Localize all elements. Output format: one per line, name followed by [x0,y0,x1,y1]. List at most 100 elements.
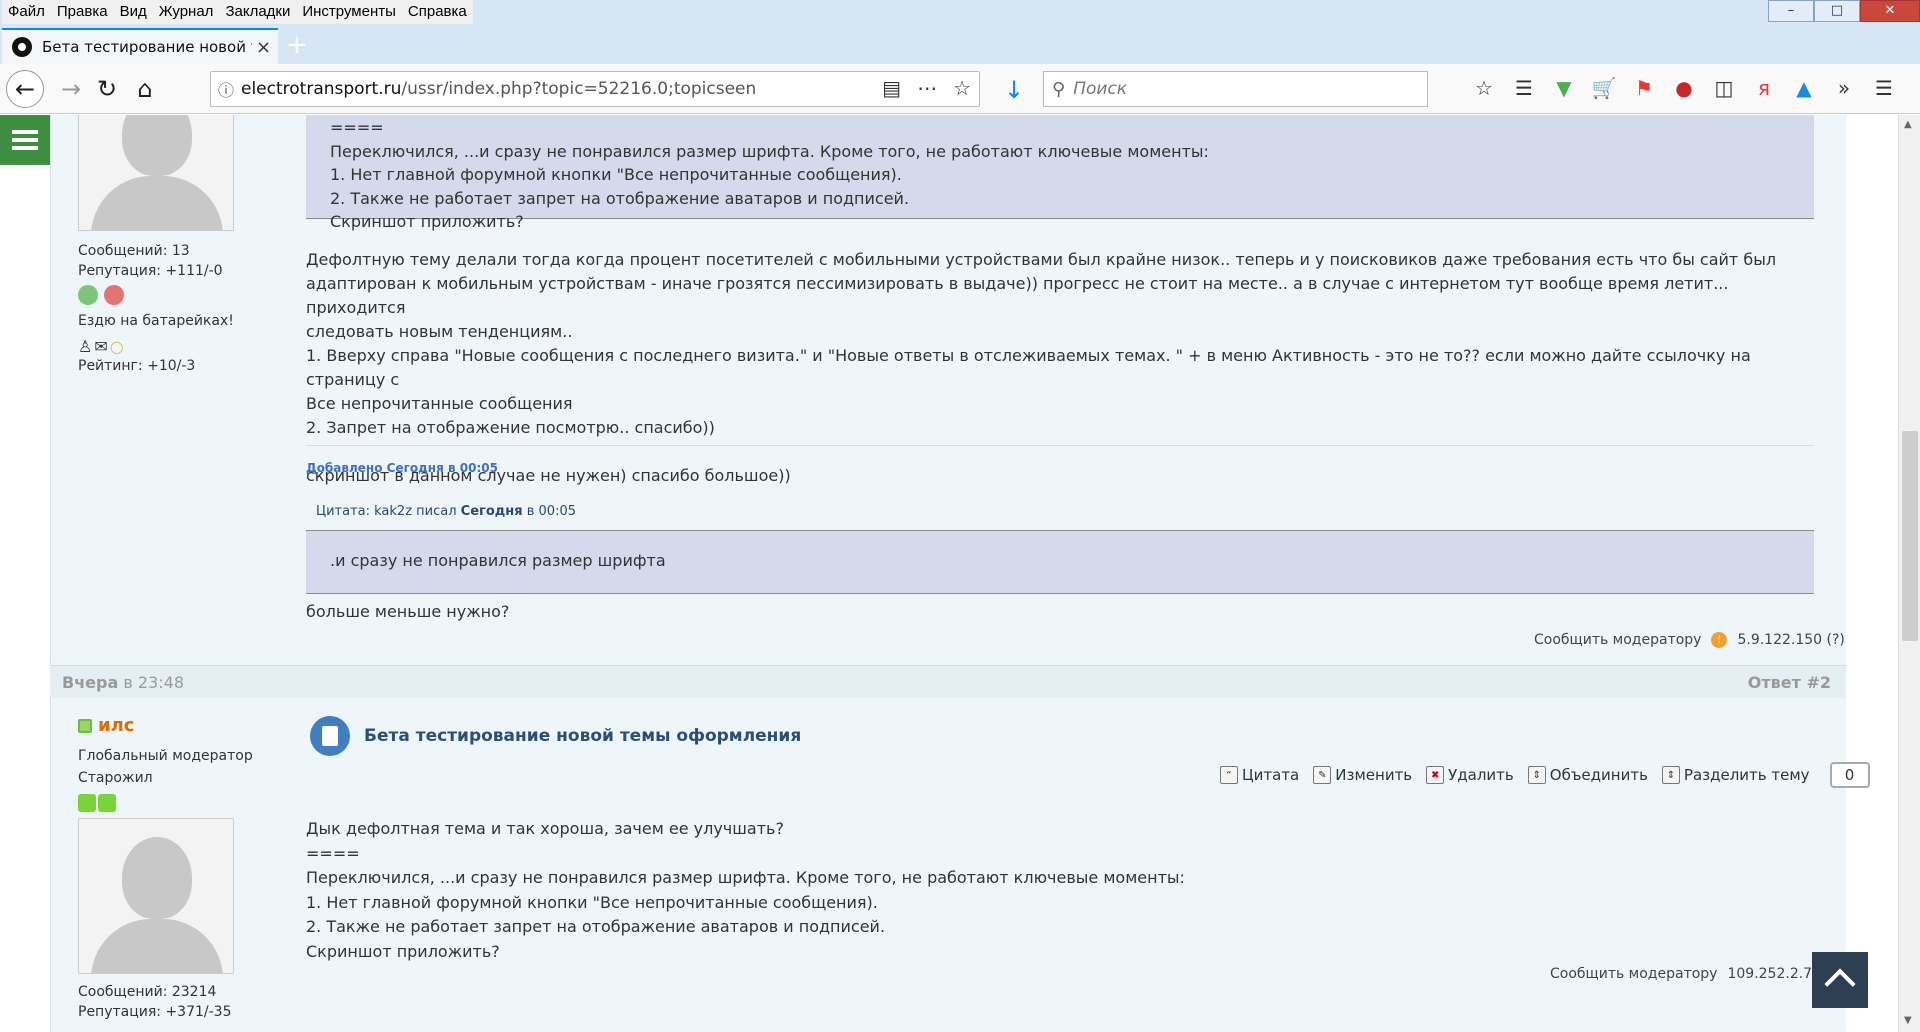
quote-label: Цитата [1242,766,1300,784]
merge-label: Объединить [1549,766,1648,784]
avatar[interactable] [78,115,234,231]
author-role: Глобальный модератор [78,748,253,764]
download-icon[interactable]: ↓ [1004,76,1024,104]
avatar[interactable] [78,818,234,974]
sidebar-icon[interactable]: ◫ [1710,74,1738,102]
menu-view[interactable]: Вид [114,0,153,24]
close-window-button[interactable]: ✕ [1860,0,1920,22]
edit-button[interactable]: ✎ Изменить [1313,766,1412,784]
split-topic-button[interactable]: ⇕ Разделить тему [1661,766,1810,784]
report-link[interactable]: Сообщить модератору [1550,966,1717,982]
scroll-down-icon[interactable]: ▼ [1904,1015,1912,1026]
body-line: скриншот в данном случае не нужен) спаси… [306,466,791,485]
cart-icon[interactable]: 🛒 [1590,74,1618,102]
pocket-icon[interactable]: ☆ [1470,74,1498,102]
tab-strip: Бета тестирование новой тем × + [0,28,1920,64]
adblock-icon[interactable]: ● [1670,74,1698,102]
minimize-button[interactable]: – [1768,0,1814,22]
overflow-icon[interactable]: » [1830,74,1858,102]
yandex-icon[interactable]: я [1750,74,1778,102]
menu-file[interactable]: Файл [2,0,51,24]
url-bar[interactable]: ⓘ electrotransport.ru/ussr/index.php?top… [210,71,980,107]
applaud-icon[interactable] [78,285,98,305]
ip-address[interactable]: 109.252.2.74 [1727,966,1821,982]
tab-active[interactable]: Бета тестирование новой тем × [2,28,278,64]
page-actions-icon[interactable]: ⋯ [917,76,937,100]
quote-block: ==== Переключился, ...и сразу не понрави… [306,115,1814,231]
search-placeholder: Поиск [1073,79,1128,99]
new-tab-button[interactable]: + [286,30,308,60]
forward-button[interactable]: → [52,70,90,108]
ip-address[interactable]: 5.9.122.150 (?) [1737,632,1844,648]
quote-line: Переключился, ...и сразу не понравился р… [330,141,1209,161]
menubar: Файл Правка Вид Журнал Закладки Инструме… [2,0,473,24]
divider [306,445,1814,446]
split-icon: ⇕ [1661,766,1680,784]
report-link[interactable]: Сообщить модератору [1534,632,1701,648]
post2-footer: Сообщить модератору 109.252.2.74 [1550,966,1821,982]
author-reputation: Репутация: +371/-35 [78,1004,232,1020]
added-note: Добавлено Сегодня в 00:05 [306,461,498,475]
post2-body: Дык дефолтная тема и так хороша, зачем е… [306,817,1185,964]
post-icon [310,716,350,756]
tab-close-icon[interactable]: × [256,37,271,58]
vpn-icon[interactable]: ▲ [1790,74,1818,102]
delete-icon: ✖ [1426,766,1445,784]
home-button[interactable]: ⌂ [126,70,164,108]
body-line: Переключился, ...и сразу не понравился р… [306,868,1185,887]
profile-icon[interactable]: ♙ [78,337,92,356]
app-menu-icon[interactable]: ☰ [1870,74,1898,102]
quote-button[interactable]: “Цитата [1220,766,1299,784]
library-icon[interactable]: ☰ [1510,74,1538,102]
post-date-time: в 23:48 [123,673,184,692]
body-line: 2. Также не работает запрет на отображен… [306,917,886,936]
reply-number[interactable]: Ответ #2 [1748,673,1831,692]
menu-history[interactable]: Журнал [153,0,220,24]
menu-edit[interactable]: Правка [51,0,114,24]
quote-author[interactable]: Цитата: kak2z писал [316,504,457,519]
bookmark-star-icon[interactable]: ☆ [953,76,971,100]
scroll-up-icon[interactable]: ▲ [1904,119,1912,130]
reload-button[interactable]: ↻ [88,70,126,108]
url-domain: electrotransport.ru [241,79,402,99]
smite-icon[interactable] [104,285,124,305]
quote-date: Сегодня [460,504,523,519]
quote-text: .и сразу не понравился размер шрифта [330,551,666,570]
menu-help[interactable]: Справка [402,0,473,24]
body-line: ==== [306,843,360,863]
back-button[interactable]: ← [6,70,44,108]
post-title[interactable]: Бета тестирование новой темы оформления [364,726,801,746]
search-icon: ⚲ [1052,78,1066,100]
pm-icon[interactable]: ○ [110,337,124,356]
site-info-icon[interactable]: ⓘ [211,77,241,101]
merge-button[interactable]: ⇕ Объединить [1527,766,1648,784]
delete-button[interactable]: ✖ Удалить [1426,766,1514,784]
author-reputation: Репутация: +111/-0 [78,263,223,279]
menu-bookmarks[interactable]: Закладки [219,0,296,24]
download-helper-icon[interactable]: ▼ [1550,74,1578,102]
title-bar: Файл Правка Вид Журнал Закладки Инструме… [0,0,1920,28]
scroll-thumb[interactable] [1902,431,1918,641]
warning-icon: ! [1711,632,1728,648]
body-line: Все непрочитанные сообщения [306,394,573,413]
sidebar-toggle-button[interactable] [0,115,50,165]
reader-view-icon[interactable]: ▤ [882,76,901,100]
author-name[interactable]: илс [98,715,134,736]
page-scrollbar[interactable]: ▲ ▼ [1898,115,1920,1032]
url-path: /ussr/index.php?topic=52216.0;topicseen [401,79,757,99]
maximize-button[interactable]: □ [1814,0,1860,22]
post1-tail: больше меньше нужно? [306,602,510,621]
search-input[interactable]: ⚲ Поиск [1043,71,1428,107]
flag-icon[interactable]: ⚑ [1630,74,1658,102]
toolbar-icons: ☆ ☰ ▼ 🛒 ⚑ ● ◫ я ▲ » ☰ [1470,74,1898,102]
body-line: 2. Запрет на отображение посмотрю.. спас… [306,418,715,437]
nav-bar: ← → ↻ ⌂ ⓘ electrotransport.ru/ussr/index… [0,64,1920,114]
menu-tools[interactable]: Инструменты [296,0,402,24]
email-icon[interactable]: ✉ [94,337,107,356]
quote-time: в 00:05 [526,504,576,519]
rank-star-icon [98,794,116,812]
like-count[interactable]: 0 [1829,762,1870,788]
post2-title-row: Бета тестирование новой темы оформления [310,716,801,756]
reputation-buttons [78,285,234,305]
scroll-to-top-button[interactable] [1812,952,1868,1008]
